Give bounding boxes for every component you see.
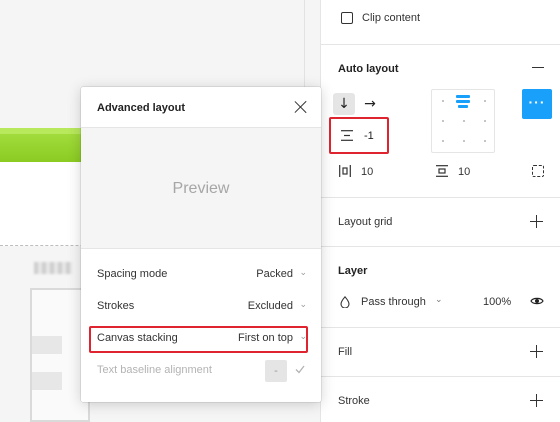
alignment-grid[interactable] xyxy=(431,89,495,153)
advanced-layout-button[interactable]: ··· xyxy=(522,89,552,119)
canvas-stacking-highlight xyxy=(89,326,308,353)
chevron-down-icon[interactable]: ⌄ xyxy=(299,300,307,310)
horizontal-padding-value[interactable]: 10 xyxy=(361,166,373,178)
eye-icon[interactable] xyxy=(530,296,544,306)
strokes-dropdown[interactable]: Excluded xyxy=(248,300,293,312)
layer-section: Layer xyxy=(321,246,560,327)
text-baseline-toggle[interactable]: - xyxy=(265,360,287,382)
preview-area: Preview xyxy=(81,128,321,249)
vertical-padding-value[interactable]: 10 xyxy=(458,166,470,178)
spacing-field-highlight[interactable]: -1 xyxy=(329,117,389,154)
popup-header: Advanced layout xyxy=(81,87,321,128)
canvas-strip xyxy=(32,336,62,354)
vertical-padding-icon xyxy=(436,165,448,177)
chevron-down-icon[interactable]: ⌄ xyxy=(299,268,307,278)
direction-vertical-button[interactable]: ↓ xyxy=(333,93,355,115)
spacing-between-icon xyxy=(341,130,353,141)
alignment-indicator-icon xyxy=(456,95,470,98)
clip-content-checkbox[interactable] xyxy=(341,12,353,24)
add-fill-icon[interactable] xyxy=(530,345,544,359)
spacing-value[interactable]: -1 xyxy=(364,130,374,142)
independent-padding-icon[interactable] xyxy=(532,165,544,177)
spacing-mode-label: Spacing mode xyxy=(97,268,168,280)
clip-content-label: Clip content xyxy=(362,12,421,24)
blend-mode-drop-icon xyxy=(340,296,350,308)
strokes-row[interactable]: Strokes Excluded ⌄ xyxy=(81,290,321,322)
remove-auto-layout-icon[interactable] xyxy=(532,67,544,69)
add-layout-grid-icon[interactable] xyxy=(530,215,544,229)
stroke-section: Stroke xyxy=(321,376,560,422)
auto-layout-title: Auto layout xyxy=(338,63,399,75)
blurred-element xyxy=(34,262,72,274)
layer-title: Layer xyxy=(338,265,368,277)
fill-title: Fill xyxy=(338,346,353,358)
fill-section: Fill xyxy=(321,327,560,376)
advanced-layout-popup: Advanced layout Preview Spacing mode Pac… xyxy=(81,87,321,402)
direction-horizontal-button[interactable]: → xyxy=(359,93,381,115)
add-stroke-icon[interactable] xyxy=(530,394,544,408)
strokes-label: Strokes xyxy=(97,300,135,312)
chevron-down-icon[interactable]: ⌄ xyxy=(435,295,443,305)
text-baseline-label: Text baseline alignment xyxy=(97,364,212,376)
check-icon xyxy=(295,365,305,374)
blend-mode-dropdown[interactable]: Pass through xyxy=(361,296,426,308)
horizontal-padding-icon xyxy=(339,165,351,177)
close-icon[interactable] xyxy=(295,101,307,113)
layout-grid-title: Layout grid xyxy=(338,216,393,228)
stroke-title: Stroke xyxy=(338,395,370,407)
text-baseline-row: Text baseline alignment - xyxy=(81,354,321,386)
canvas-strip xyxy=(32,372,62,390)
layout-grid-section: Layout grid xyxy=(321,197,560,246)
layer-opacity-value[interactable]: 100% xyxy=(483,296,511,308)
properties-panel: Clip content Auto layout ↓ → ··· -1 10 1… xyxy=(320,0,560,422)
preview-label: Preview xyxy=(172,180,230,197)
spacing-mode-row[interactable]: Spacing mode Packed ⌄ xyxy=(81,258,321,290)
popup-title: Advanced layout xyxy=(97,102,186,114)
spacing-mode-dropdown[interactable]: Packed xyxy=(256,268,293,280)
